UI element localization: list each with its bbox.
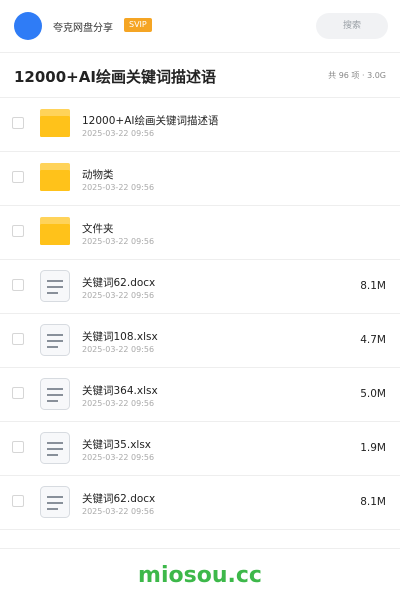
user-avatar[interactable]	[14, 12, 42, 40]
file-size: 8.1M	[360, 496, 386, 508]
file-name: 文件夹	[82, 223, 114, 235]
file-row[interactable]: 文件夹 2025-03-22 09:56	[0, 206, 400, 260]
file-row[interactable]: 关键词35.xlsx 2025-03-22 09:56 1.9M	[0, 422, 400, 476]
file-row[interactable]: 关键词62.docx 2025-03-22 09:56 8.1M	[0, 476, 400, 530]
document-icon	[39, 323, 71, 357]
document-icon	[39, 431, 71, 465]
folder-icon	[39, 215, 71, 249]
file-name: 12000+AI绘画关键词描述语	[82, 115, 219, 127]
file-name: 关键词35.xlsx	[82, 439, 152, 451]
file-size: 1.9M	[360, 442, 386, 454]
file-name: 动物类	[82, 169, 114, 181]
row-checkbox[interactable]	[12, 441, 24, 453]
file-row[interactable]: 关键词62.docx 2025-03-22 09:56 8.1M	[0, 260, 400, 314]
file-date: 2025-03-22 09:56	[82, 345, 155, 354]
top-header: 夸克网盘分享 SVIP 搜索	[0, 0, 400, 53]
file-list: 12000+AI绘画关键词描述语 2025-03-22 09:56 动物类 20…	[0, 98, 400, 530]
brand-name: 夸克网盘分享	[53, 23, 113, 34]
folder-icon	[39, 161, 71, 195]
file-name: 关键词364.xlsx	[82, 385, 158, 397]
file-row[interactable]: 关键词108.xlsx 2025-03-22 09:56 4.7M	[0, 314, 400, 368]
row-checkbox[interactable]	[12, 495, 24, 507]
share-title-bar: 12000+AI绘画关键词描述语 共 96 项 · 3.0G	[0, 53, 400, 98]
file-row[interactable]: 关键词364.xlsx 2025-03-22 09:56 5.0M	[0, 368, 400, 422]
site-watermark: miosou.cc	[138, 563, 262, 588]
file-size: 8.1M	[360, 280, 386, 292]
row-checkbox[interactable]	[12, 333, 24, 345]
document-icon	[39, 269, 71, 303]
file-row[interactable]: 12000+AI绘画关键词描述语 2025-03-22 09:56	[0, 98, 400, 152]
file-name: 关键词62.docx	[82, 493, 156, 505]
document-icon	[39, 485, 71, 519]
file-date: 2025-03-22 09:56	[82, 237, 155, 246]
file-size: 5.0M	[360, 388, 386, 400]
file-date: 2025-03-22 09:56	[82, 129, 155, 138]
file-name: 关键词108.xlsx	[82, 331, 158, 343]
row-checkbox[interactable]	[12, 117, 24, 129]
file-date: 2025-03-22 09:56	[82, 291, 155, 300]
file-row[interactable]: 动物类 2025-03-22 09:56	[0, 152, 400, 206]
page-title: 12000+AI绘画关键词描述语	[14, 68, 216, 86]
document-icon	[39, 377, 71, 411]
search-button[interactable]: 搜索	[316, 13, 388, 39]
row-checkbox[interactable]	[12, 225, 24, 237]
item-summary: 共 96 项 · 3.0G	[328, 71, 386, 80]
file-date: 2025-03-22 09:56	[82, 183, 155, 192]
folder-icon	[39, 107, 71, 141]
svip-badge: SVIP	[124, 18, 152, 32]
file-date: 2025-03-22 09:56	[82, 453, 155, 462]
row-checkbox[interactable]	[12, 279, 24, 291]
file-date: 2025-03-22 09:56	[82, 399, 155, 408]
footer: miosou.cc	[0, 548, 400, 601]
file-size: 4.7M	[360, 334, 386, 346]
file-date: 2025-03-22 09:56	[82, 507, 155, 516]
row-checkbox[interactable]	[12, 171, 24, 183]
file-name: 关键词62.docx	[82, 277, 156, 289]
row-checkbox[interactable]	[12, 387, 24, 399]
